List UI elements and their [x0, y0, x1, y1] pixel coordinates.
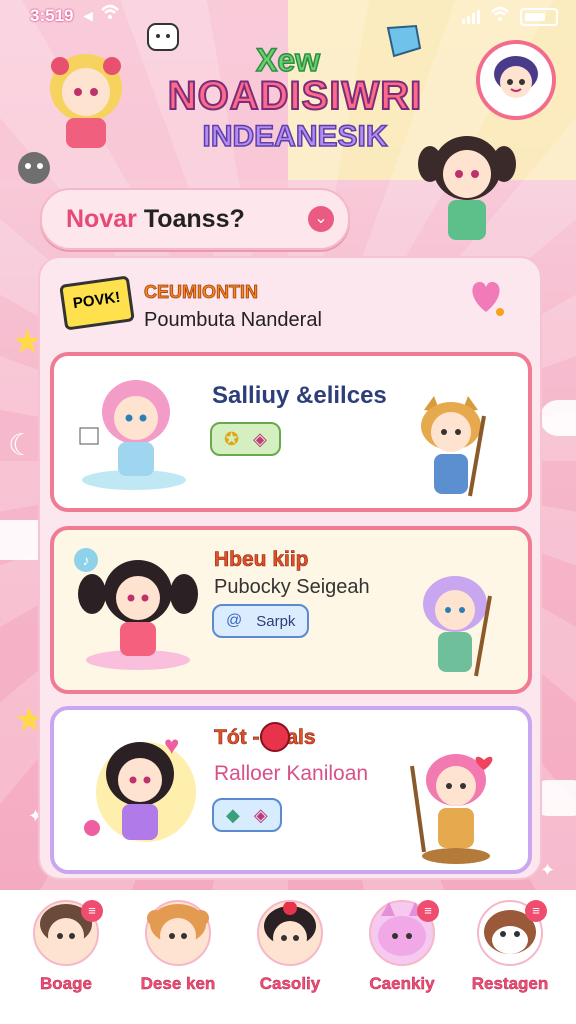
leaf-icon: ◆ [226, 804, 240, 825]
card-reward-chips: ✪ ◈ [210, 422, 281, 456]
card-subtitle: Ralloer Kaniloan [214, 762, 369, 785]
character-black-hair-girl [76, 732, 206, 856]
search-label: Novar Toanss? [66, 205, 245, 233]
card-title: Hbeu kiip [214, 548, 309, 572]
chevron-down-icon[interactable]: ⌄ [308, 206, 334, 232]
notice-subtitle: Poumbuta Nanderal [144, 309, 322, 331]
event-card[interactable]: ♪ Hbeu kiip Pubocky Seigeah @ Sarpk [50, 526, 532, 694]
card-subtitle: Pubocky Seigeah [214, 576, 370, 598]
character-pink-hair-boy [400, 748, 500, 866]
music-note-icon: ♪ [74, 548, 98, 572]
status-time: 3:519 [30, 6, 74, 25]
card-action-chip[interactable]: @ Sarpk [212, 604, 310, 638]
wifi-icon [100, 4, 120, 25]
event-card[interactable]: ♥ Tót -Ccals Ralloer Kaniloan ◆ ◈ [50, 706, 532, 874]
profile-avatar-button[interactable] [476, 40, 556, 120]
red-gem-icon [260, 722, 290, 752]
search-dropdown[interactable]: Novar Toanss? ⌄ [40, 188, 350, 250]
nav-label: Restagen [471, 974, 549, 993]
character-lilac-hair-boy [410, 572, 500, 684]
wifi-icon [490, 6, 510, 27]
event-card[interactable]: Salliuy &elilces ✪ ◈ [50, 352, 532, 512]
character-pink-hair-girl [74, 372, 194, 492]
nav-item-dese-ken[interactable]: Dese ken [128, 900, 228, 1010]
notification-badge: ≡ [81, 900, 103, 922]
battery-icon [520, 7, 558, 26]
avatar: ≡ [477, 900, 547, 966]
character-twintail-girl [74, 552, 202, 672]
status-bar: 3:519 ◂ [0, 0, 576, 30]
cube-icon: ◈ [253, 428, 267, 449]
speech-bubble-badge: POVK! [59, 275, 135, 331]
location-arrow-icon: ◂ [84, 6, 93, 25]
moon-icon: ☾ [8, 429, 35, 462]
avatar: ≡ [369, 900, 439, 966]
app-title-sub: INDEANESIK [202, 119, 389, 154]
avatar [145, 900, 211, 966]
character-cat-boy [406, 396, 496, 506]
nav-item-caenkiy[interactable]: ≡ Caenkiy [352, 900, 452, 1010]
bottom-navigation: ≡ Boage Dese ken Casoliy ≡ Caenkiy ≡ Res… [0, 890, 576, 1024]
nav-item-restagen[interactable]: ≡ Restagen [460, 900, 560, 1010]
character-dark-hair-girl [412, 128, 522, 258]
avatar: ≡ [33, 900, 103, 966]
card-title: Salliuy &elilces [212, 382, 387, 409]
nav-label: Caenkiy [369, 974, 435, 993]
nav-label: Boage [40, 974, 92, 993]
nav-item-boage[interactable]: ≡ Boage [16, 900, 116, 1010]
heart-balloon-icon [466, 276, 506, 316]
sparkle-icon: ✦ [540, 860, 556, 880]
avatar [257, 900, 323, 966]
chip-label: Sarpk [256, 612, 296, 630]
notification-badge: ≡ [525, 900, 547, 922]
cloud [540, 400, 576, 436]
nav-label: Casoliy [259, 974, 321, 993]
nav-label: Dese ken [140, 974, 216, 993]
notification-badge: ≡ [417, 900, 439, 922]
star-icon: ✪ [224, 428, 240, 449]
dust-bunny-icon [12, 146, 56, 186]
cube-icon: ◈ [253, 804, 268, 825]
heart-icon: ♥ [164, 730, 180, 760]
swirl-icon: @ [226, 612, 243, 629]
app-title-main: NOADISIWRI [167, 73, 423, 119]
card-reward-chips: ◆ ◈ [212, 798, 282, 832]
notice-title: CEUMIONTIN [144, 282, 259, 303]
nav-item-casoliy[interactable]: Casoliy [240, 900, 340, 1010]
signal-icon [462, 9, 480, 24]
